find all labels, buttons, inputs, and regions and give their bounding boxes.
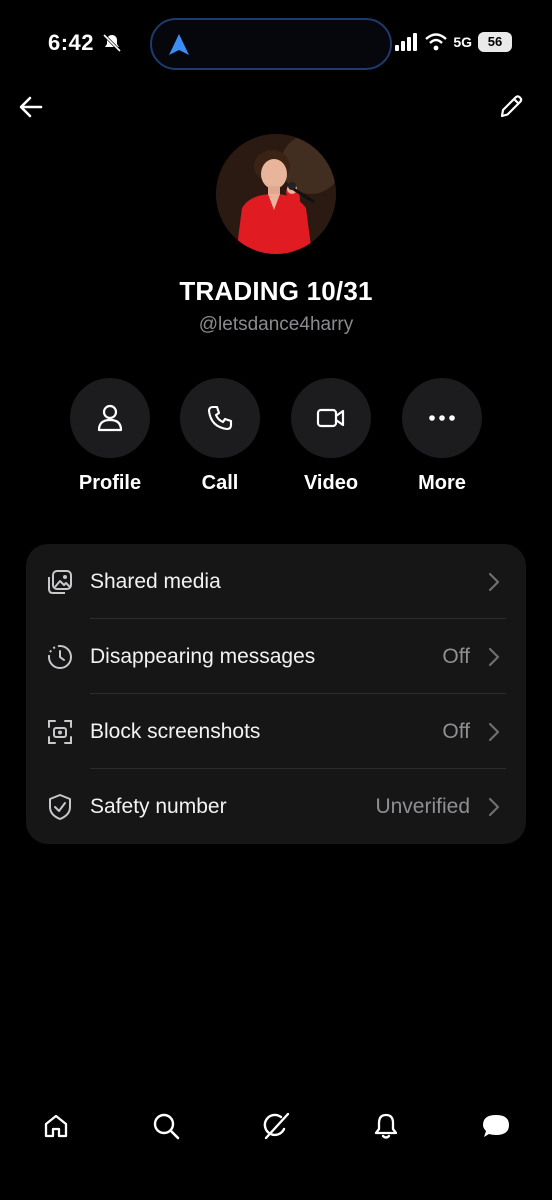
person-icon [97,404,123,432]
safety-number-row[interactable]: Safety number Unverified [26,769,526,844]
navigation-arrow-icon [169,34,189,55]
block-screenshots-label: Block screenshots [90,719,261,743]
block-screenshots-row[interactable]: Block screenshots Off [26,694,526,769]
block-screenshots-value: Off [442,719,470,743]
video-icon [316,408,345,428]
profile-action-circle[interactable] [70,378,150,458]
chat-icon [483,1115,509,1137]
nav-notifications[interactable] [368,1108,404,1144]
signal-icon [395,33,418,51]
network-label: 5G [453,34,472,50]
call-action-button[interactable]: Call [180,378,260,495]
status-right: 5G 56 [395,32,512,52]
conversation-settings-card: Shared media Disappearing messages Off B… [26,544,526,844]
nav-search[interactable] [148,1108,184,1144]
video-action-label: Video [303,472,359,494]
nav-home[interactable] [38,1108,74,1144]
shared-media-label: Shared media [90,569,221,593]
ellipsis-icon [429,415,455,421]
disappearing-messages-label: Disappearing messages [90,644,316,668]
edit-button[interactable] [496,92,526,122]
chevron-right-icon [488,572,500,591]
more-action-circle[interactable] [402,378,482,458]
grok-icon [263,1112,290,1140]
nav-grok[interactable] [258,1108,294,1144]
avatar-photo [216,134,336,254]
chevron-right-icon [488,797,500,816]
chevron-right-icon [488,647,500,666]
chevron-right-icon [488,722,500,741]
status-notification-icons [102,33,122,53]
profile-action-button[interactable]: Profile [70,378,150,495]
shield-check-icon [49,794,71,820]
wifi-icon [425,33,448,51]
more-action-button[interactable]: More [402,378,482,495]
video-action-button[interactable]: Video [291,378,371,495]
call-action-circle[interactable] [180,378,260,458]
bell-icon [374,1113,398,1139]
phone-icon [207,405,233,431]
status-bar: 6:42 5G 56 [0,0,552,90]
timer-icon [48,645,72,669]
video-action-circle[interactable] [291,378,371,458]
more-action-label: More [418,472,466,494]
disappearing-messages-row[interactable]: Disappearing messages Off [26,619,526,694]
avatar[interactable] [216,134,336,254]
profile-handle: @letsdance4harry [198,314,354,335]
screenshot-icon [48,720,72,744]
battery-indicator: 56 [478,32,512,52]
profile-name: TRADING 10/31 [179,276,373,306]
dynamic-island [150,18,392,70]
home-icon [44,1114,68,1138]
silent-bell-icon [102,33,122,53]
shared-media-row[interactable]: Shared media [26,544,526,619]
search-icon [153,1113,180,1140]
arrow-left-icon [19,96,43,118]
pencil-icon [500,95,523,118]
action-buttons: Profile Call Video More [70,378,482,498]
status-time: 6:42 [48,30,95,55]
media-icon [48,570,72,594]
safety-number-value: Unverified [375,794,470,818]
disappearing-messages-value: Off [442,644,470,668]
back-button[interactable] [16,92,46,122]
bottom-navigation [0,1100,552,1160]
call-action-label: Call [201,472,239,494]
nav-messages[interactable] [478,1108,514,1144]
safety-number-label: Safety number [90,794,227,818]
profile-action-label: Profile [78,472,142,494]
